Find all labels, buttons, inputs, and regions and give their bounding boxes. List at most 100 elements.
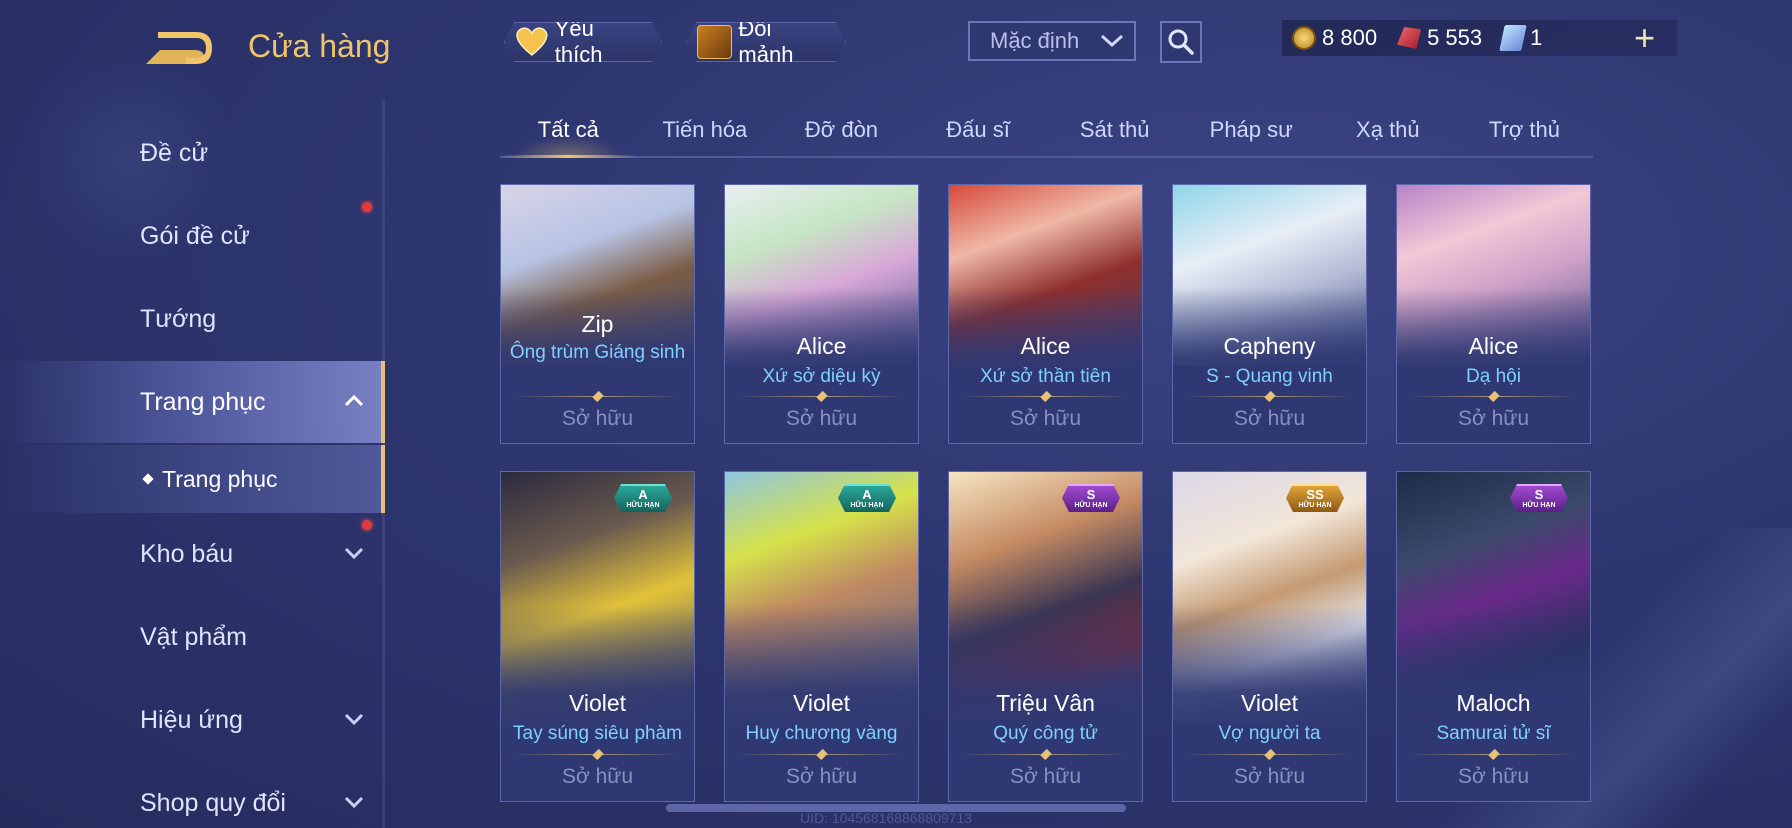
tab-tank[interactable]: Đỡ đòn xyxy=(773,112,910,156)
sidebar-item-label: Đề cử xyxy=(140,138,209,167)
sidebar-item-treasure[interactable]: Kho báu xyxy=(0,513,385,595)
tab-support[interactable]: Trợ thủ xyxy=(1456,112,1593,156)
heart-icon xyxy=(515,27,549,57)
skin-name: S - Quang vinh xyxy=(1206,366,1333,387)
hero-name: Alice xyxy=(1468,333,1519,359)
tier-badge: S HỮU HẠN xyxy=(1062,484,1120,512)
skin-card[interactable]: SS HỮU HẠN Violet Vợ người ta Sở hữu xyxy=(1172,471,1367,802)
tab-mage[interactable]: Pháp sư xyxy=(1183,112,1320,156)
tier-label: S xyxy=(1534,487,1544,502)
owned-status: Sở hữu xyxy=(785,765,858,788)
card-divider xyxy=(961,748,1130,761)
tab-assassin[interactable]: Sát thủ xyxy=(1046,112,1183,156)
sidebar-item-label: Shop quy đổi xyxy=(140,788,286,817)
skin-name: Quý công tử xyxy=(993,723,1098,744)
sidebar-item-heroes[interactable]: Tướng xyxy=(0,278,385,360)
owned-status: Sở hữu xyxy=(1009,407,1082,430)
sidebar-item-recommended-packs[interactable]: Gói đề cử xyxy=(0,195,385,277)
ruby-currency: 5 553 xyxy=(1397,25,1482,51)
tab-all[interactable]: Tất cả xyxy=(500,112,637,158)
tier-label: A xyxy=(638,487,648,502)
skin-card[interactable]: A HỮU HẠN Violet Tay súng siêu phàm Sở h… xyxy=(500,471,695,802)
skin-card[interactable]: Alice Xứ sở diệu kỳ Sở hữu xyxy=(724,184,919,444)
card-divider xyxy=(961,390,1130,403)
card-divider xyxy=(1185,748,1354,761)
sidebar-item-effects[interactable]: Hiệu ứng xyxy=(0,679,385,761)
currency-bar: 8 800 5 553 1 xyxy=(1282,20,1677,56)
tier-badge: SS HỮU HẠN xyxy=(1286,484,1344,512)
gold-amount: 8 800 xyxy=(1322,25,1378,50)
skin-name: Xứ sở thần tiên xyxy=(980,366,1111,387)
skin-card[interactable]: Capheny S - Quang vinh Sở hữu xyxy=(1172,184,1367,444)
sort-selected-value: Mặc định xyxy=(990,28,1080,53)
card-divider xyxy=(513,748,682,761)
skin-name: Tay súng siêu phàm xyxy=(513,723,682,744)
favorite-label: Yêu thích xyxy=(554,16,603,67)
skin-card[interactable]: A HỮU HẠN Violet Huy chương vàng Sở hữu xyxy=(724,471,919,802)
limited-label: HỮU HẠN xyxy=(626,502,660,509)
treasure-chest-icon xyxy=(697,25,732,59)
sidebar-item-skins[interactable]: Trang phục xyxy=(0,361,385,443)
hero-name: Violet xyxy=(568,690,627,716)
hero-name: Zip xyxy=(581,311,614,337)
owned-status: Sở hữu xyxy=(1009,765,1082,788)
back-button[interactable] xyxy=(138,22,218,72)
limited-label: HỮU HẠN xyxy=(1074,502,1108,509)
search-icon xyxy=(1168,29,1194,55)
owned-status: Sở hữu xyxy=(561,765,634,788)
skin-card[interactable]: S HỮU HẠN Maloch Samurai tử sĩ Sở hữu xyxy=(1396,471,1591,802)
exchange-fragments-button[interactable]: Đổi mảnh xyxy=(686,22,846,62)
chevron-down-icon xyxy=(344,713,364,726)
chevron-down-icon xyxy=(344,547,364,560)
chevron-down-icon xyxy=(1100,34,1124,48)
exchange-label: Đổi mảnh xyxy=(738,16,794,67)
tab-fighter[interactable]: Đấu sĩ xyxy=(910,112,1047,156)
hero-name: Alice xyxy=(796,333,847,359)
category-tabs: Tất cả Tiến hóa Đỡ đòn Đấu sĩ Sát thủ Ph… xyxy=(500,112,1593,158)
sidebar-item-label: Vật phẩm xyxy=(140,622,248,651)
owned-status: Sở hữu xyxy=(785,407,858,430)
notification-dot xyxy=(362,202,372,212)
sidebar-item-label: Kho báu xyxy=(140,539,234,568)
tab-evolution[interactable]: Tiến hóa xyxy=(637,112,774,156)
skin-card[interactable]: Alice Dạ hội Sở hữu xyxy=(1396,184,1591,444)
limited-label: HỮU HẠN xyxy=(850,502,884,509)
add-currency-button[interactable]: + xyxy=(1634,18,1655,58)
skin-card[interactable]: Alice Xứ sở thần tiên Sở hữu xyxy=(948,184,1143,444)
favorite-button[interactable]: Yêu thích xyxy=(504,22,662,62)
skin-name: Huy chương vàng xyxy=(745,723,898,744)
sidebar-subitem-label: Trang phục xyxy=(162,465,278,492)
sidebar-item-label: Gói đề cử xyxy=(140,221,250,250)
hero-name: Alice xyxy=(1020,333,1071,359)
chevron-down-icon xyxy=(344,796,364,809)
sidebar-item-label: Hiệu ứng xyxy=(140,705,243,734)
tier-label: SS xyxy=(1306,487,1324,502)
card-divider xyxy=(1185,390,1354,403)
back-arrow-icon xyxy=(146,32,212,64)
hero-name: Triệu Vân xyxy=(996,690,1095,716)
notification-dot xyxy=(362,520,372,530)
hero-name: Violet xyxy=(1240,690,1299,716)
tier-badge: A HỮU HẠN xyxy=(838,484,896,512)
owned-status: Sở hữu xyxy=(1457,765,1530,788)
voucher-currency: 1 xyxy=(1499,25,1543,51)
sidebar-item-label: Trang phục xyxy=(140,387,266,416)
skin-card[interactable]: S HỮU HẠN Triệu Vân Quý công tử Sở hữu xyxy=(948,471,1143,802)
skin-name: Vợ người ta xyxy=(1218,723,1321,744)
voucher-amount: 1 xyxy=(1530,25,1543,50)
diamond-bullet-icon xyxy=(142,473,154,485)
sidebar-item-items[interactable]: Vật phẩm xyxy=(0,596,385,678)
tier-badge: A HỮU HẠN xyxy=(614,484,672,512)
sidebar-item-exchange-shop[interactable]: Shop quy đổi xyxy=(0,762,385,828)
sidebar-item-recommended[interactable]: Đề cử xyxy=(0,112,385,194)
skin-card[interactable]: Zip Ông trùm Giáng sinh Sở hữu xyxy=(500,184,695,444)
sort-dropdown[interactable]: Mặc định xyxy=(968,21,1136,61)
tab-marksman[interactable]: Xạ thủ xyxy=(1320,112,1457,156)
voucher-icon xyxy=(1499,25,1527,51)
tier-badge: S HỮU HẠN xyxy=(1510,484,1568,512)
search-button[interactable] xyxy=(1160,21,1202,63)
sidebar-item-label: Tướng xyxy=(140,304,217,333)
sidebar-subitem-skins[interactable]: Trang phục xyxy=(0,445,385,513)
skin-name: Xứ sở diệu kỳ xyxy=(762,366,881,387)
hero-name: Violet xyxy=(792,690,851,716)
